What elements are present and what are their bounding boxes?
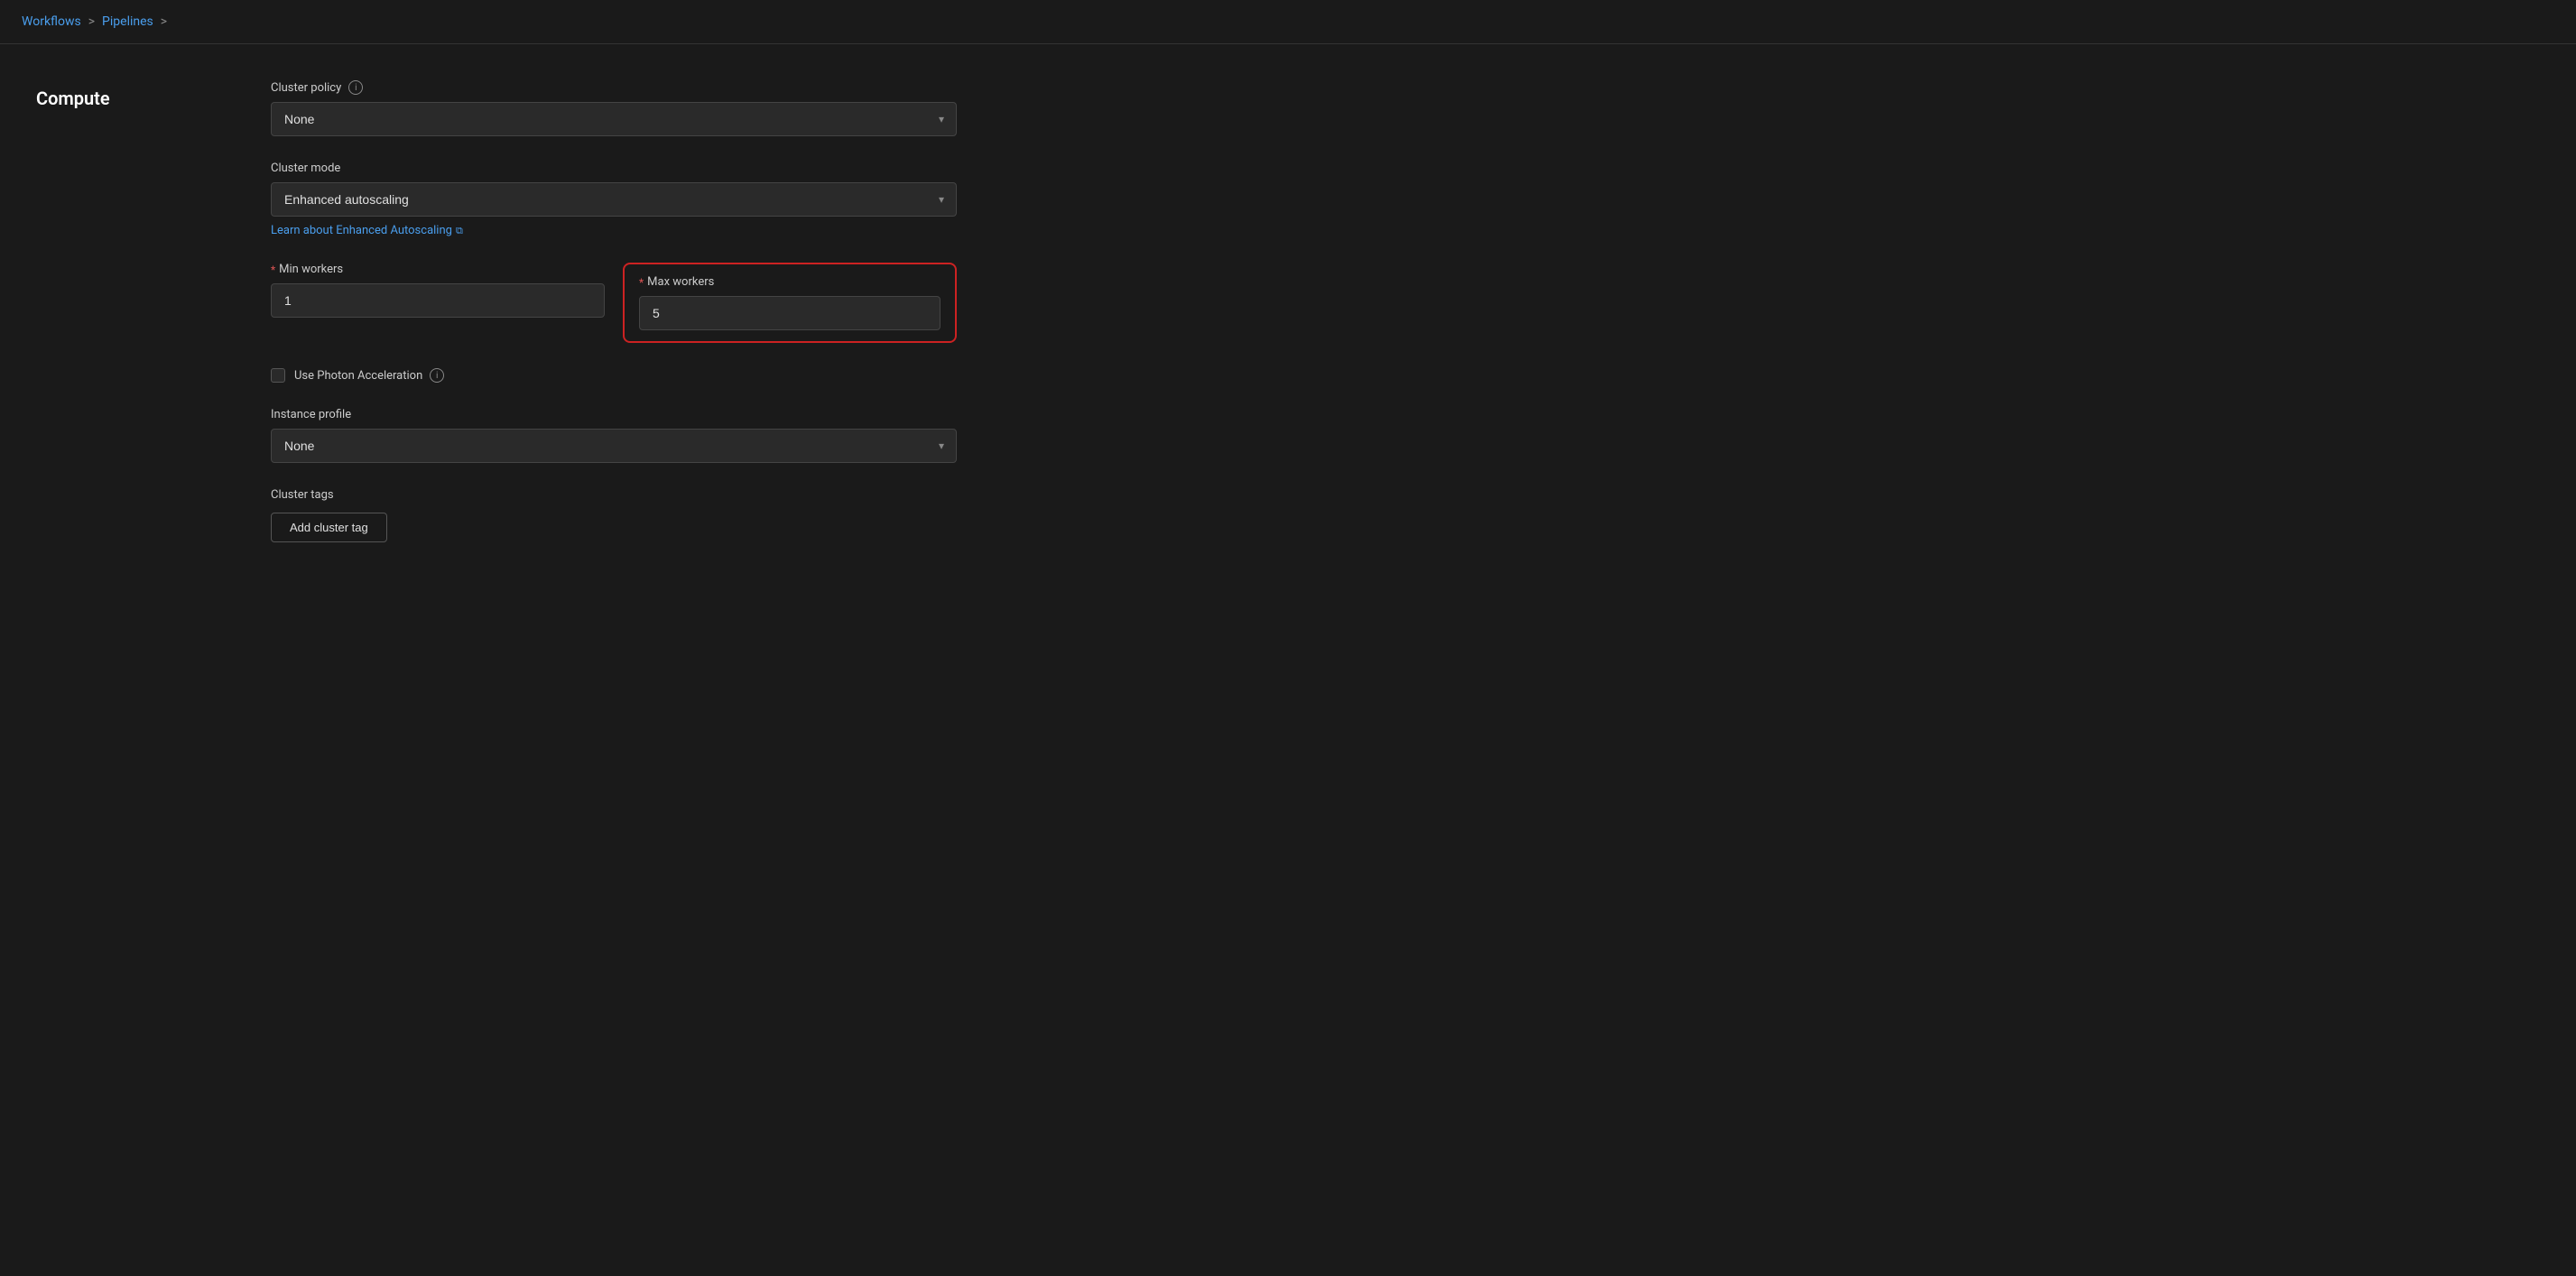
instance-profile-label: Instance profile bbox=[271, 408, 957, 421]
add-cluster-tag-button[interactable]: Add cluster tag bbox=[271, 513, 387, 542]
instance-profile-group: Instance profile None ▾ bbox=[271, 408, 957, 463]
min-workers-group: * Min workers bbox=[271, 263, 605, 318]
cluster-mode-select[interactable]: Enhanced autoscaling bbox=[271, 182, 957, 217]
breadcrumb-separator-2: > bbox=[161, 14, 167, 29]
min-workers-input[interactable] bbox=[271, 283, 605, 318]
cluster-policy-group: Cluster policy i None ▾ bbox=[271, 80, 957, 136]
instance-profile-select-wrapper: None ▾ bbox=[271, 429, 957, 463]
instance-profile-select[interactable]: None bbox=[271, 429, 957, 463]
breadcrumb-pipelines[interactable]: Pipelines bbox=[102, 14, 153, 29]
photon-label: Use Photon Acceleration i bbox=[294, 368, 444, 383]
cluster-policy-select-wrapper: None ▾ bbox=[271, 102, 957, 136]
max-workers-highlight-box: * Max workers bbox=[623, 263, 957, 343]
photon-checkbox[interactable] bbox=[271, 368, 285, 383]
cluster-policy-select[interactable]: None bbox=[271, 102, 957, 136]
max-workers-label: * Max workers bbox=[639, 275, 941, 289]
cluster-mode-label: Cluster mode bbox=[271, 162, 957, 175]
max-workers-group: * Max workers bbox=[623, 263, 957, 343]
content-area: Compute Cluster policy i None ▾ C bbox=[0, 80, 2576, 568]
external-link-icon: ⧉ bbox=[456, 225, 463, 237]
min-workers-label: * Min workers bbox=[271, 263, 605, 276]
header-divider bbox=[0, 43, 2576, 44]
breadcrumb: Workflows > Pipelines > bbox=[0, 0, 2576, 43]
workers-row: * Min workers * Max workers bbox=[271, 263, 957, 343]
cluster-mode-select-wrapper: Enhanced autoscaling ▾ bbox=[271, 182, 957, 217]
cluster-tags-label: Cluster tags bbox=[271, 488, 957, 502]
page-wrapper: Workflows > Pipelines > Compute Cluster … bbox=[0, 0, 2576, 1276]
cluster-policy-info-icon[interactable]: i bbox=[348, 80, 363, 95]
breadcrumb-separator-1: > bbox=[88, 14, 95, 29]
form-section: Cluster policy i None ▾ Cluster mode bbox=[271, 80, 957, 568]
cluster-tags-group: Cluster tags Add cluster tag bbox=[271, 488, 957, 542]
section-title: Compute bbox=[36, 80, 217, 568]
breadcrumb-workflows[interactable]: Workflows bbox=[22, 14, 81, 29]
max-workers-input[interactable] bbox=[639, 296, 941, 330]
learn-autoscaling-link[interactable]: Learn about Enhanced Autoscaling ⧉ bbox=[271, 224, 463, 237]
photon-row: Use Photon Acceleration i bbox=[271, 368, 957, 383]
cluster-policy-label: Cluster policy i bbox=[271, 80, 957, 95]
cluster-mode-group: Cluster mode Enhanced autoscaling ▾ Lear… bbox=[271, 162, 957, 237]
photon-info-icon[interactable]: i bbox=[430, 368, 444, 383]
max-workers-required-star: * bbox=[639, 276, 644, 289]
min-workers-required-star: * bbox=[271, 264, 275, 276]
